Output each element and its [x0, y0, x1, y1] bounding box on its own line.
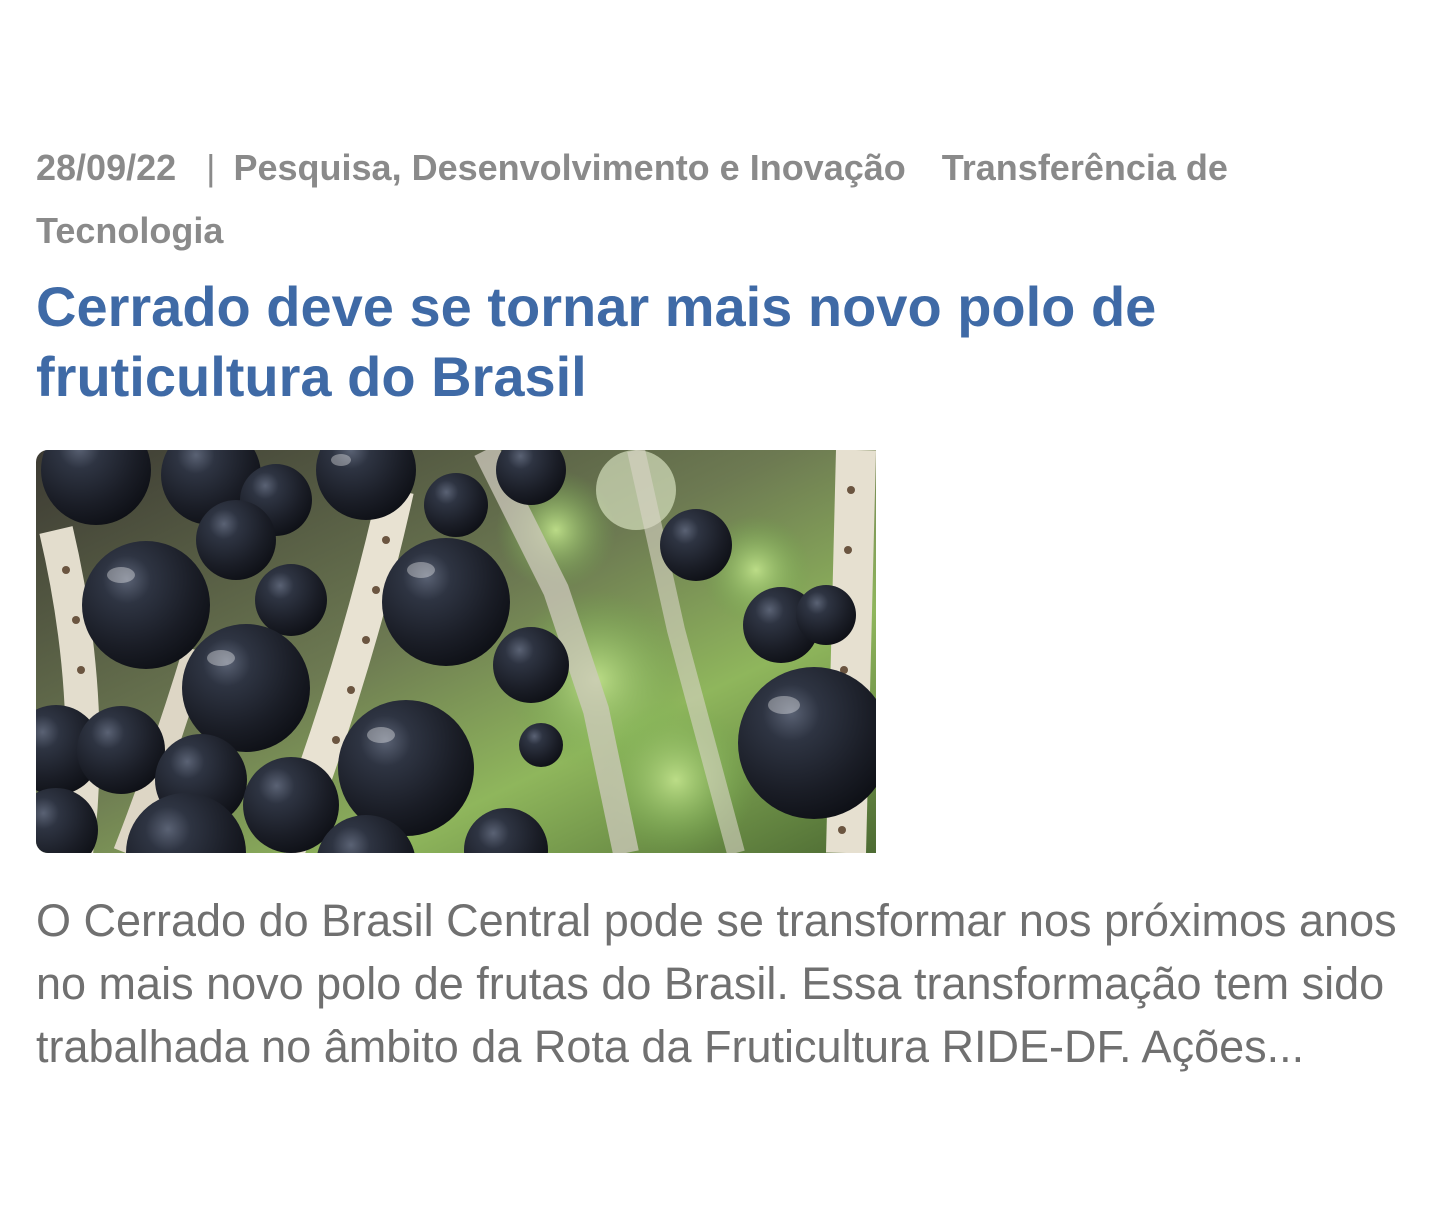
acai-berries-image [36, 450, 876, 853]
post-title[interactable]: Cerrado deve se tornar mais novo polo de… [36, 272, 1236, 412]
post-thumbnail[interactable] [36, 450, 876, 853]
meta-separator: | [206, 147, 216, 188]
category-link-pdi[interactable]: Pesquisa, Desenvolvimento e Inovação [234, 147, 906, 188]
news-post: 28/09/22 | Pesquisa, Desenvolvimento e Ino… [36, 136, 1416, 1078]
post-excerpt: O Cerrado do Brasil Central pode se tran… [36, 895, 1397, 1072]
post-meta: 28/09/22 | Pesquisa, Desenvolvimento e Ino… [36, 136, 1336, 262]
post-date: 28/09/22 [36, 147, 177, 188]
